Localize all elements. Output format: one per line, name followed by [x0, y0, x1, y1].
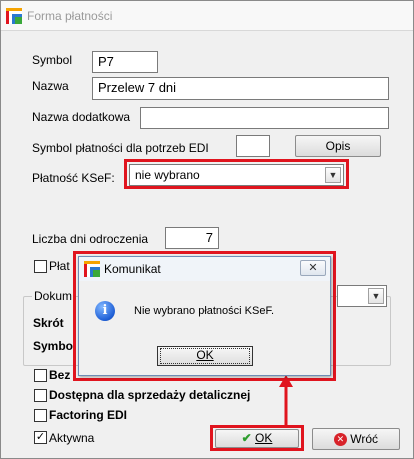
ok-button-label: OK	[255, 431, 273, 445]
wroc-button[interactable]: ✕ Wróć	[312, 428, 400, 450]
dialog-title-bar[interactable]: Komunikat ✕	[79, 257, 330, 281]
symbol-label: Symbol	[32, 53, 73, 67]
app-icon	[84, 261, 100, 277]
dialog-message: Nie wybrano płatności KSeF.	[134, 305, 275, 317]
bez-checkbox[interactable]	[34, 369, 47, 382]
ok-button[interactable]: ✔ OK	[215, 429, 299, 448]
symbol-field[interactable]: P7	[92, 51, 158, 73]
window-title: Forma płatności	[27, 9, 113, 23]
nazwa-label: Nazwa	[32, 79, 69, 93]
dostepna-label: Dostępna dla sprzedaży detalicznej	[49, 388, 251, 402]
chevron-down-icon[interactable]: ▼	[368, 288, 384, 304]
skrot-label: Skrót	[33, 316, 64, 330]
payment-form-window: Forma płatności Symbol P7 Nazwa Przelew …	[0, 0, 414, 459]
app-icon	[6, 8, 22, 24]
plat-checkbox[interactable]	[34, 260, 47, 273]
edi-label: Symbol płatności dla potrzeb EDI	[32, 141, 209, 155]
edi-field[interactable]	[236, 135, 270, 157]
nazwa-dodatkowa-field[interactable]	[140, 107, 389, 129]
form-body: Symbol P7 Nazwa Przelew 7 dni Nazwa doda…	[1, 31, 413, 458]
liczba-dni-label: Liczba dni odroczenia	[32, 232, 149, 246]
ksef-select[interactable]: nie wybrano ▼	[129, 164, 344, 186]
bez-label: Bez	[49, 368, 71, 382]
dialog-ok-button[interactable]: OK	[157, 346, 253, 366]
ksef-label: Płatność KSeF:	[32, 171, 115, 185]
opis-button[interactable]: Opis	[295, 135, 381, 157]
check-icon: ✔	[241, 431, 252, 445]
dostepna-checkbox[interactable]	[34, 389, 47, 402]
factoring-label: Factoring EDI	[49, 408, 128, 422]
close-icon: ✕	[308, 262, 318, 274]
aktywna-label: Aktywna	[49, 431, 95, 445]
factoring-checkbox[interactable]	[34, 409, 47, 422]
cancel-icon: ✕	[333, 433, 347, 447]
checkmark-icon: ✓	[35, 431, 46, 443]
arrow-up-icon	[279, 375, 293, 425]
symbo-label: Symbo	[33, 339, 74, 353]
dialog-ok-label: OK	[196, 348, 214, 362]
dokum-label: Dokum	[32, 289, 75, 303]
close-button[interactable]: ✕	[300, 260, 326, 276]
chevron-down-icon[interactable]: ▼	[325, 167, 341, 183]
nazwa-dodatkowa-label: Nazwa dodatkowa	[32, 110, 131, 124]
dokum-select[interactable]: ▼	[337, 285, 387, 307]
aktywna-checkbox[interactable]: ✓	[34, 431, 47, 444]
plat-checkbox-label: Płat	[49, 259, 70, 273]
info-icon: i	[95, 301, 115, 321]
dialog-title: Komunikat	[104, 262, 161, 276]
nazwa-field[interactable]: Przelew 7 dni	[92, 77, 389, 100]
ksef-selected-value: nie wybrano	[135, 168, 200, 182]
message-dialog: Komunikat ✕ i Nie wybrano płatności KSeF…	[78, 256, 331, 376]
title-bar[interactable]: Forma płatności	[1, 1, 413, 31]
liczba-dni-field[interactable]: 7	[165, 227, 219, 249]
wroc-button-label: Wróć	[350, 432, 379, 446]
dialog-body: i Nie wybrano płatności KSeF. OK	[79, 281, 330, 375]
